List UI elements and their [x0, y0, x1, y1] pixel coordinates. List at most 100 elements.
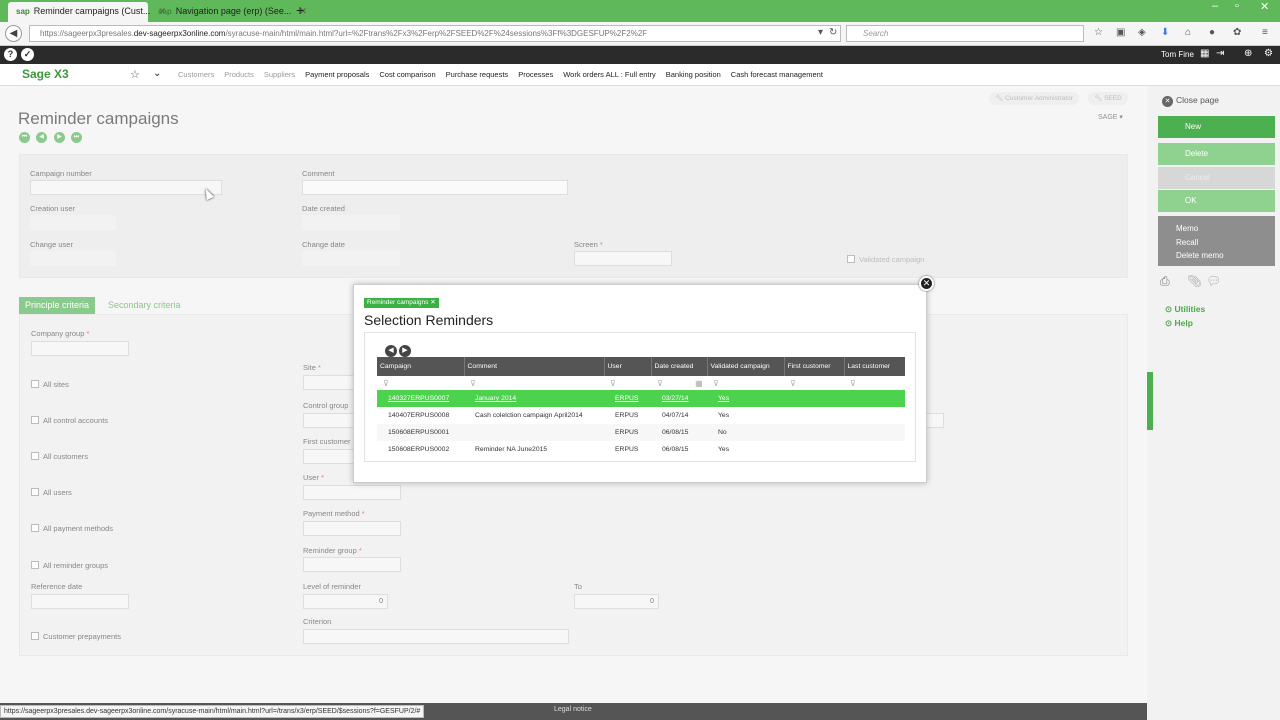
- cell-validated[interactable]: No: [707, 424, 784, 441]
- addon-icon[interactable]: ✿: [1233, 27, 1241, 38]
- menu-item-work-orders[interactable]: Work orders ALL : Full entry: [563, 70, 656, 79]
- cell-campaign[interactable]: 140327ERPUS0007: [377, 390, 464, 407]
- settings-gear-icon[interactable]: ⚙: [1264, 48, 1273, 59]
- menu-item-cost-comparison[interactable]: Cost comparison: [379, 70, 435, 79]
- filter-icon[interactable]: ⊽: [784, 376, 844, 390]
- calendar-icon[interactable]: ▦: [695, 379, 703, 388]
- filter-icon[interactable]: ⊽: [844, 376, 905, 390]
- ok-button[interactable]: OK: [1158, 190, 1275, 212]
- column-header-campaign[interactable]: Campaign: [377, 357, 465, 376]
- cell-last-customer[interactable]: [844, 407, 905, 424]
- cell-comment[interactable]: Reminder NA June2015: [464, 441, 604, 458]
- column-header-comment[interactable]: Comment: [464, 357, 605, 376]
- menu-item-banking-position[interactable]: Banking position: [666, 70, 721, 79]
- cell-user[interactable]: ERPUS: [604, 424, 651, 441]
- menu-item-payment-proposals[interactable]: Payment proposals: [305, 70, 369, 79]
- cell-date[interactable]: 06/08/15: [651, 441, 707, 458]
- new-tab-icon[interactable]: +: [296, 2, 304, 18]
- cell-last-customer[interactable]: [844, 424, 905, 441]
- cell-comment[interactable]: [464, 424, 604, 441]
- help-link[interactable]: ⊙ Help: [1165, 318, 1193, 329]
- cell-validated[interactable]: Yes: [707, 407, 784, 424]
- dialog-close-button[interactable]: ✕: [919, 276, 934, 291]
- globe-icon[interactable]: ⊕: [1244, 48, 1252, 59]
- cell-first-customer[interactable]: [784, 390, 844, 407]
- cell-date[interactable]: 06/08/15: [651, 424, 707, 441]
- cell-first-customer[interactable]: [784, 407, 844, 424]
- browser-tab-reminder-campaigns[interactable]: sap Reminder campaigns (Cust... ✕: [8, 2, 166, 22]
- filter-icon[interactable]: ⊽ ▦: [651, 376, 707, 390]
- utilities-link[interactable]: ⊙ Utilities: [1165, 304, 1205, 315]
- browser-tab-navigation-page[interactable]: sap Navigation page (erp) (See... ✕: [150, 2, 307, 22]
- cell-user[interactable]: ERPUS: [604, 390, 651, 407]
- column-header-first-customer[interactable]: First customer: [784, 357, 845, 376]
- previous-page-icon[interactable]: ◀: [385, 345, 397, 357]
- back-arrow-icon[interactable]: ◀: [5, 25, 22, 42]
- cancel-button[interactable]: Cancel: [1158, 167, 1275, 189]
- cell-campaign[interactable]: 150608ERPUS0001: [377, 424, 464, 441]
- cell-campaign[interactable]: 150608ERPUS0002: [377, 441, 464, 458]
- menu-item-customers[interactable]: Customers: [178, 70, 214, 79]
- delete-memo-button[interactable]: Delete memo: [1176, 249, 1275, 263]
- cell-validated[interactable]: Yes: [707, 390, 784, 407]
- cell-user[interactable]: ERPUS: [604, 441, 651, 458]
- pocket-icon[interactable]: ◈: [1138, 27, 1146, 38]
- cell-comment[interactable]: Cash colelction campaign April2014: [464, 407, 604, 424]
- maximize-icon[interactable]: ▫: [1235, 0, 1239, 12]
- dropdown-icon[interactable]: ▾: [818, 27, 823, 38]
- bookmark-star-icon[interactable]: ☆: [1094, 27, 1103, 38]
- cell-last-customer[interactable]: [844, 390, 905, 407]
- download-icon[interactable]: ⬇: [1161, 27, 1169, 38]
- chevron-down-icon[interactable]: ⌄: [153, 68, 161, 79]
- table-row[interactable]: 140407ERPUS0008 Cash colelction campaign…: [377, 407, 905, 424]
- close-page-button[interactable]: ✕ Close page: [1162, 95, 1219, 107]
- logout-icon[interactable]: ⇥: [1216, 48, 1224, 59]
- filter-icon[interactable]: ⊽: [377, 376, 464, 390]
- table-row[interactable]: 150608ERPUS0001 ERPUS 06/08/15 No: [377, 424, 905, 441]
- new-button[interactable]: New: [1158, 116, 1275, 138]
- address-bar[interactable]: https://sageerpx3presales.dev-sageerpx3o…: [29, 25, 841, 42]
- reload-icon[interactable]: ↻: [829, 27, 837, 38]
- column-header-last-customer[interactable]: Last customer: [844, 357, 905, 376]
- menu-item-purchase-requests[interactable]: Purchase requests: [446, 70, 509, 79]
- search-input[interactable]: Search: [846, 25, 1084, 42]
- column-header-validated[interactable]: Validated campaign: [707, 357, 785, 376]
- favorites-star-icon[interactable]: ☆: [130, 68, 140, 81]
- delete-button[interactable]: Delete: [1158, 143, 1275, 165]
- dialog-breadcrumb-tag[interactable]: Reminder campaigns ✕: [364, 298, 439, 308]
- window-close-icon[interactable]: ✕: [1260, 0, 1269, 13]
- menu-item-suppliers[interactable]: Suppliers: [264, 70, 295, 79]
- table-row[interactable]: 150608ERPUS0002 Reminder NA June2015 ERP…: [377, 441, 905, 458]
- sage-x3-logo[interactable]: Sage X3: [22, 67, 69, 81]
- column-header-user[interactable]: User: [604, 357, 652, 376]
- cell-user[interactable]: ERPUS: [604, 407, 651, 424]
- attachment-icon[interactable]: 📎︎: [1187, 274, 1202, 288]
- filter-icon[interactable]: ⊽: [707, 376, 784, 390]
- print-icon[interactable]: ⎙: [1160, 274, 1170, 289]
- menu-item-processes[interactable]: Processes: [518, 70, 553, 79]
- help-icon[interactable]: ?: [4, 48, 17, 61]
- user-avatar-icon[interactable]: ▦: [1200, 48, 1209, 59]
- column-header-date-created[interactable]: Date created: [651, 357, 708, 376]
- comment-icon[interactable]: 💬︎: [1206, 274, 1221, 288]
- cell-date[interactable]: 03/27/14: [651, 390, 707, 407]
- hamburger-menu-icon[interactable]: ≡: [1262, 27, 1268, 38]
- panel-collapse-handle[interactable]: [1147, 372, 1153, 430]
- cell-comment[interactable]: January 2014: [464, 390, 604, 407]
- filter-icon[interactable]: ⊽: [604, 376, 651, 390]
- table-row[interactable]: 140327ERPUS0007 January 2014 ERPUS 03/27…: [377, 390, 905, 407]
- menu-item-cash-forecast[interactable]: Cash forecast management: [731, 70, 823, 79]
- compass-icon[interactable]: ✓: [21, 48, 34, 61]
- user-name[interactable]: Tom Fine: [1161, 50, 1194, 59]
- filter-icon[interactable]: ⊽: [464, 376, 604, 390]
- menu-item-products[interactable]: Products: [224, 70, 254, 79]
- cell-last-customer[interactable]: [844, 441, 905, 458]
- minimize-icon[interactable]: –: [1212, 0, 1218, 12]
- cell-first-customer[interactable]: [784, 441, 844, 458]
- cell-date[interactable]: 04/07/14: [651, 407, 707, 424]
- next-page-icon[interactable]: ▶: [399, 345, 411, 357]
- close-icon[interactable]: ✕: [430, 299, 435, 306]
- recall-button[interactable]: Recall: [1176, 236, 1275, 250]
- memo-button[interactable]: Memo: [1176, 222, 1275, 236]
- cell-first-customer[interactable]: [784, 424, 844, 441]
